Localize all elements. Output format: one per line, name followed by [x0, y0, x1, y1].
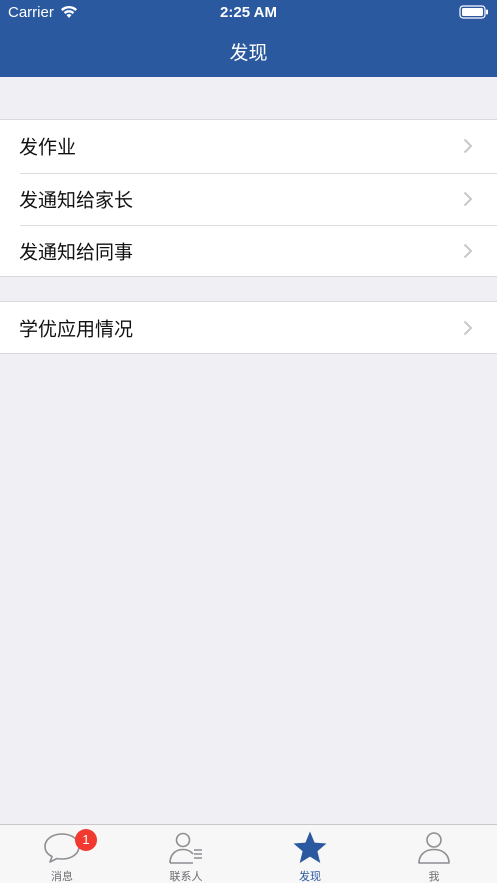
tab-label: 发现 [299, 870, 321, 883]
tab-bar: 1 消息 联系人 发现 我 [0, 824, 497, 883]
star-icon [293, 831, 327, 863]
unread-badge: 1 [75, 829, 97, 851]
status-bar: Carrier 2:25 AM [0, 0, 497, 26]
battery-icon [459, 5, 488, 19]
chevron-right-icon [463, 139, 473, 154]
contacts-icon [169, 832, 202, 864]
list-item-assign-homework[interactable]: 发作业 [0, 120, 497, 173]
person-icon [418, 832, 450, 864]
tab-label: 联系人 [169, 870, 203, 883]
list-item-notify-parents[interactable]: 发通知给家长 [0, 172, 497, 226]
chevron-right-icon [463, 191, 473, 206]
list-item-label: 发作业 [19, 136, 77, 159]
chevron-right-icon [463, 244, 473, 259]
tab-discover[interactable]: 发现 [248, 825, 372, 883]
page-title: 发现 [229, 42, 268, 64]
status-time: 2:25 AM [220, 4, 277, 21]
tab-label: 我 [428, 870, 440, 883]
chevron-right-icon [463, 321, 473, 336]
menu-group-2: 学优应用情况 [0, 301, 497, 354]
screen: Carrier 2:25 AM 发现 发作业 发通知给家长 发通知给同事 学优应… [0, 0, 497, 883]
list-item-notify-colleagues[interactable]: 发通知给同事 [0, 225, 497, 278]
tab-contacts[interactable]: 联系人 [124, 825, 248, 883]
menu-group-1: 发作业 发通知给家长 发通知给同事 [0, 119, 497, 277]
list-item-label: 发通知给同事 [19, 241, 134, 264]
header: Carrier 2:25 AM 发现 [0, 0, 497, 77]
tab-messages[interactable]: 1 消息 [0, 825, 124, 883]
list-item-label: 学优应用情况 [19, 318, 134, 341]
tab-label: 消息 [51, 870, 73, 883]
list-item-label: 发通知给家长 [19, 189, 134, 212]
tab-me[interactable]: 我 [372, 825, 496, 883]
list-item-app-usage[interactable]: 学优应用情况 [0, 302, 497, 355]
